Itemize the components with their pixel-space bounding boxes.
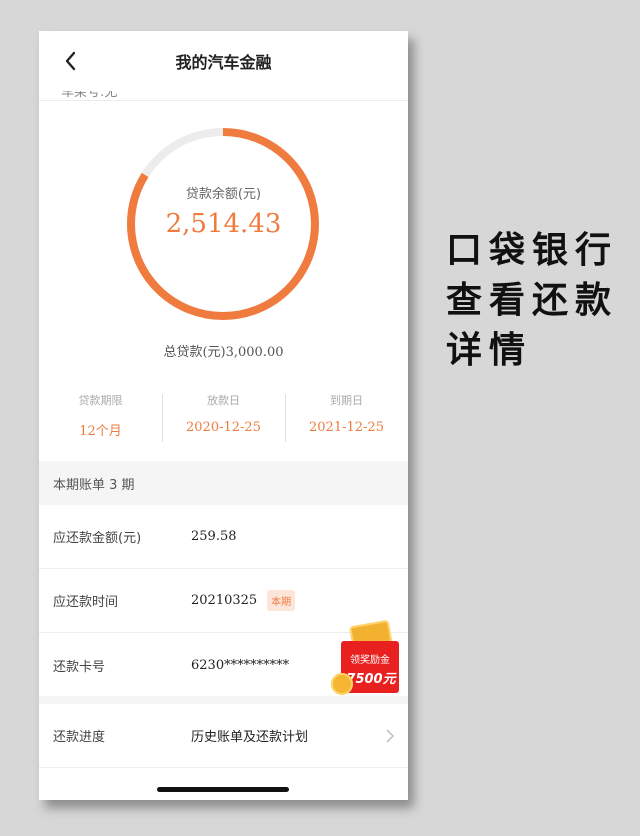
- current-period-badge: 本期: [267, 590, 296, 611]
- nav-bar: 我的汽车金融: [39, 31, 408, 91]
- amount-value: 259.58: [191, 529, 237, 544]
- stat-label: 到期日: [330, 394, 363, 407]
- stat-value: 2021-12-25: [309, 420, 384, 435]
- promo-title: 领奖励金: [350, 655, 390, 666]
- card-value: 6230**********: [191, 657, 290, 673]
- caption-line: 详情: [446, 330, 533, 371]
- page-title: 我的汽车金融: [175, 53, 272, 72]
- scrolled-header-row: 车架号:无: [39, 91, 408, 101]
- loan-stats: 贷款期限 12个月 放款日 2020-12-25 到期日 2021-12-25: [39, 390, 408, 446]
- chevron-right-icon: [386, 728, 394, 743]
- phone-screen: 我的汽车金融 车架号:无 贷款余额(元) 2,514.43 总贷款(元)3,00…: [39, 31, 408, 800]
- stat-disbursement-date: 放款日 2020-12-25: [162, 390, 285, 446]
- stat-value: 12个月: [79, 424, 122, 439]
- bill-section-header: 本期账单 3 期: [39, 461, 408, 505]
- due-date-label: 应还款时间: [53, 595, 119, 610]
- balance-value: 2,514.43: [165, 209, 282, 239]
- caption-line: 口袋银行: [446, 230, 619, 271]
- stat-value: 2020-12-25: [186, 420, 261, 435]
- coin-icon: [331, 673, 353, 695]
- caption-line: 查看还款: [446, 280, 619, 321]
- amount-label: 应还款金额(元): [53, 531, 142, 546]
- progress-label: 还款进度: [53, 730, 106, 745]
- reward-promo-widget[interactable]: 领奖励金 7500元: [331, 619, 408, 703]
- total-loan: 总贷款(元)3,000.00: [163, 345, 284, 360]
- balance-label: 贷款余额(元): [185, 187, 262, 202]
- stat-label: 贷款期限: [78, 394, 123, 407]
- card-label: 还款卡号: [53, 659, 106, 675]
- stat-label: 放款日: [207, 394, 240, 407]
- stat-due-date: 到期日 2021-12-25: [285, 390, 408, 446]
- repayment-progress-row[interactable]: 还款进度 历史账单及还款计划: [39, 704, 408, 768]
- vin-text: 车架号:无: [61, 91, 118, 100]
- home-indicator[interactable]: [157, 787, 289, 792]
- stat-term: 贷款期限 12个月: [39, 390, 162, 446]
- balance-ring-section: 贷款余额(元) 2,514.43: [39, 101, 408, 341]
- amount-row: 应还款金额(元) 259.58: [39, 505, 408, 569]
- promo-caption: 口袋银行 查看还款 详情: [446, 226, 626, 376]
- due-date-value: 20210325: [191, 593, 258, 608]
- back-icon[interactable]: [61, 49, 81, 73]
- progress-value: 历史账单及还款计划: [191, 730, 309, 745]
